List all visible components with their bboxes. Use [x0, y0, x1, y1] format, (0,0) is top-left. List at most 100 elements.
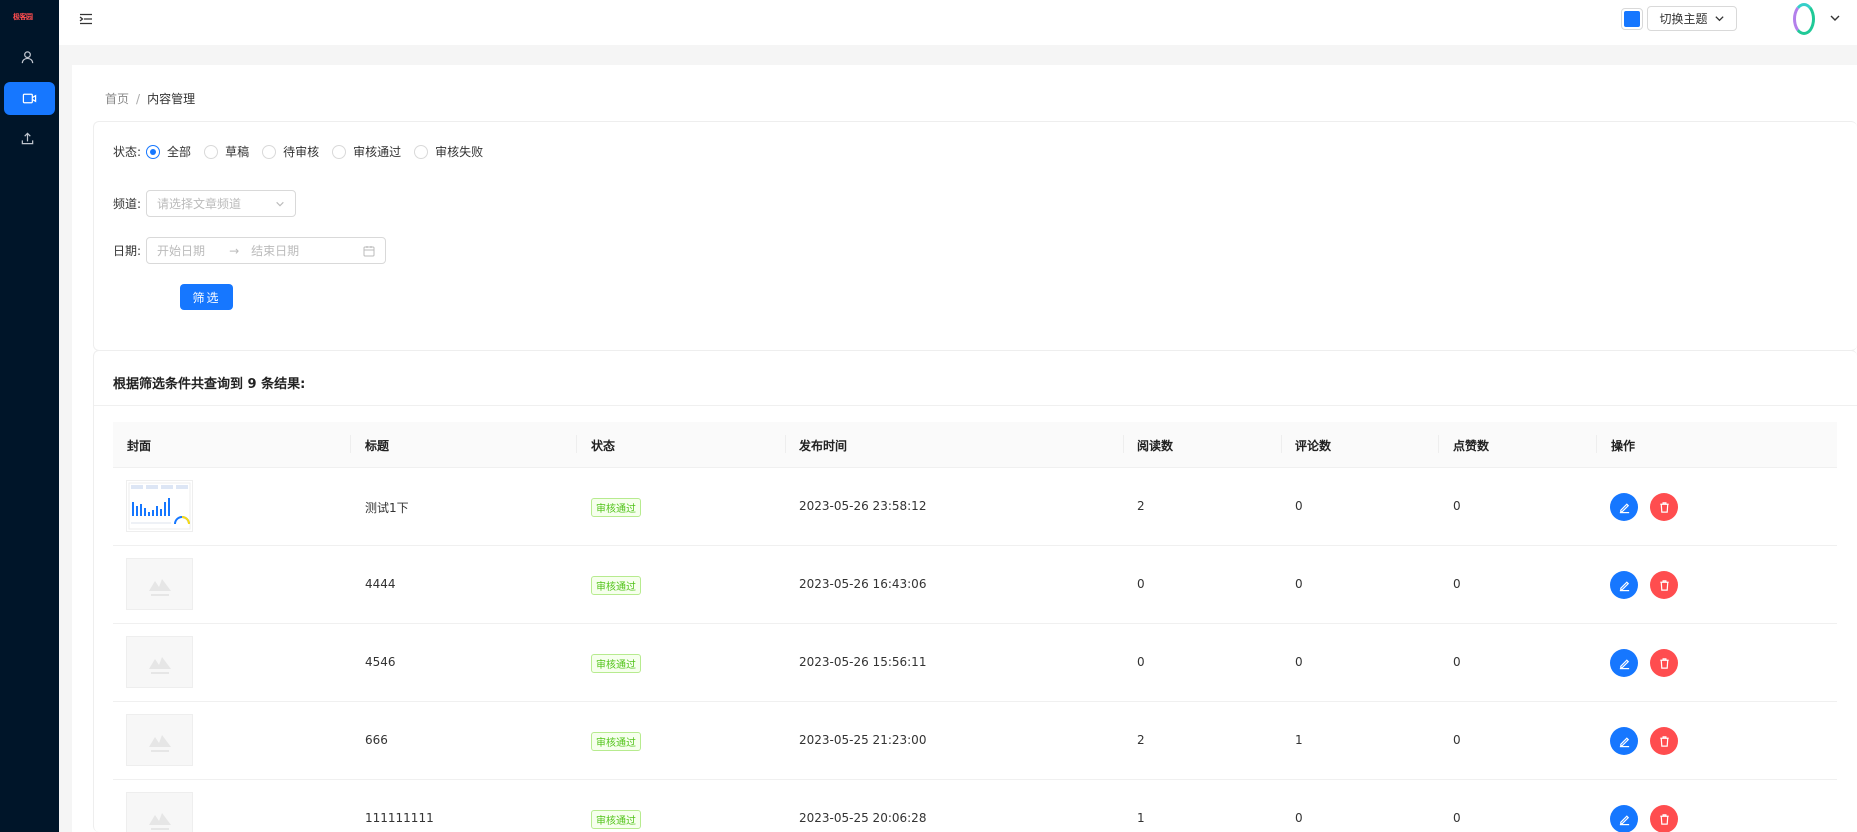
column-divider: [1123, 435, 1124, 453]
row-pubdate: 2023-05-25 21:23:00: [799, 733, 927, 747]
status-badge: 审核通过: [591, 498, 641, 517]
channel-label: 频道:: [113, 197, 142, 211]
date-row: 日期: 开始日期 → 结束日期: [113, 237, 387, 264]
column-header-read: 阅读数: [1137, 439, 1174, 453]
row-read-count: 1: [1137, 811, 1145, 825]
upload-icon: [21, 132, 34, 145]
radio-label: 审核通过: [353, 145, 402, 159]
delete-button[interactable]: [1650, 649, 1678, 677]
row-title[interactable]: 4444: [365, 577, 396, 591]
column-header-pubdate: 发布时间: [799, 439, 848, 453]
chevron-down-icon: [276, 201, 284, 206]
radio-label: 待审核: [283, 145, 320, 159]
table-header: 封面 标题 状态 发布时间 阅读数 评论数 点赞数 操作: [113, 422, 1837, 468]
image-placeholder-icon: [148, 735, 171, 752]
row-like-count: 0: [1453, 499, 1461, 513]
breadcrumb-separator: /: [136, 92, 141, 106]
sidebar-item-publish[interactable]: [0, 122, 55, 155]
chevron-down-icon[interactable]: [1829, 12, 1841, 24]
switch-theme-label: 切换主题: [1659, 12, 1708, 26]
divider: [94, 405, 1857, 406]
radio-dot: [414, 144, 429, 159]
delete-icon: [1659, 735, 1669, 747]
channel-select[interactable]: 请选择文章频道: [146, 190, 297, 217]
radio-label: 草稿: [225, 145, 250, 159]
status-radio-all[interactable]: 全部: [146, 143, 191, 160]
app-logo: 极客园: [13, 13, 33, 21]
video-icon: [22, 93, 37, 104]
status-radio-pending[interactable]: 待审核: [262, 143, 319, 160]
date-end-input[interactable]: 结束日期: [251, 242, 299, 259]
row-read-count: 0: [1137, 655, 1145, 669]
column-divider: [1596, 435, 1597, 453]
row-comment-count: 0: [1295, 655, 1303, 669]
cover-image: [126, 480, 193, 532]
row-title[interactable]: 测试1下: [365, 499, 409, 516]
delete-button[interactable]: [1650, 727, 1678, 755]
delete-button[interactable]: [1650, 493, 1678, 521]
sidebar-item-content[interactable]: [4, 82, 55, 115]
column-divider: [785, 435, 786, 453]
chevron-down-icon: [1714, 16, 1724, 22]
table-row: 4546 审核通过 2023-05-26 15:56:11 0 0 0: [113, 624, 1837, 702]
status-radio-draft[interactable]: 草稿: [204, 143, 249, 160]
user-icon: [21, 51, 34, 64]
table-row: 测试1下 审核通过 2023-05-26 23:58:12 2 0 0: [113, 468, 1837, 546]
cover-image: [126, 636, 193, 688]
edit-button[interactable]: [1610, 493, 1638, 521]
theme-color-picker[interactable]: [1621, 8, 1643, 30]
status-radio-approved[interactable]: 审核通过: [332, 143, 401, 160]
table-row: 111111111 审核通过 2023-05-25 20:06:28 1 0 0: [113, 780, 1837, 832]
row-comment-count: 0: [1295, 499, 1303, 513]
date-range-picker[interactable]: 开始日期 → 结束日期: [146, 237, 387, 264]
row-pubdate: 2023-05-26 15:56:11: [799, 655, 927, 669]
channel-placeholder: 请选择文章频道: [157, 197, 242, 211]
status-label: 状态:: [113, 145, 142, 159]
sidebar: 极客园: [0, 0, 59, 832]
delete-button[interactable]: [1650, 571, 1678, 599]
cover-image: [126, 714, 193, 766]
menu-fold-icon[interactable]: [78, 11, 94, 27]
column-header-status: 状态: [591, 439, 616, 453]
breadcrumb-home[interactable]: 首页: [105, 92, 129, 106]
column-header-actions: 操作: [1611, 439, 1636, 453]
delete-button[interactable]: [1650, 805, 1678, 832]
edit-icon: [1619, 814, 1629, 825]
row-title[interactable]: 111111111: [365, 811, 434, 825]
status-radio-rejected[interactable]: 审核失败: [414, 143, 483, 160]
column-divider: [350, 435, 351, 453]
delete-icon: [1659, 501, 1669, 513]
avatar[interactable]: [1793, 3, 1815, 35]
table-row: 666 审核通过 2023-05-25 21:23:00 2 1 0: [113, 702, 1837, 780]
cover-image: [126, 558, 193, 610]
chart-thumbnail-icon: [128, 482, 191, 530]
edit-button[interactable]: [1610, 571, 1638, 599]
arrow-right-icon: →: [229, 243, 240, 258]
row-comment-count: 0: [1295, 811, 1303, 825]
column-header-cover: 封面: [127, 439, 152, 453]
breadcrumb-current: 内容管理: [147, 92, 196, 106]
radio-label: 审核失败: [435, 145, 484, 159]
row-read-count: 2: [1137, 499, 1145, 513]
edit-button[interactable]: [1610, 649, 1638, 677]
switch-theme-button[interactable]: 切换主题: [1647, 6, 1737, 31]
row-like-count: 0: [1453, 733, 1461, 747]
row-title[interactable]: 666: [365, 733, 388, 747]
sidebar-item-user[interactable]: [0, 41, 55, 74]
delete-icon: [1659, 813, 1669, 825]
row-title[interactable]: 4546: [365, 655, 396, 669]
cover-image: [126, 792, 193, 832]
column-divider: [576, 435, 577, 453]
edit-button[interactable]: [1610, 805, 1638, 832]
table-row: 4444 审核通过 2023-05-26 16:43:06 0 0 0: [113, 546, 1837, 624]
date-start-input[interactable]: 开始日期: [157, 242, 205, 259]
edit-button[interactable]: [1610, 727, 1638, 755]
column-header-like: 点赞数: [1453, 439, 1490, 453]
delete-icon: [1659, 579, 1669, 591]
status-row: 状态: 全部 草稿 待审核 审核通过 审核失败: [113, 143, 496, 160]
status-badge: 审核通过: [591, 732, 641, 751]
filter-card: 状态: 全部 草稿 待审核 审核通过 审核失败 频道: 请选择文章频道 日期: …: [93, 121, 1857, 351]
theme-color-swatch: [1624, 11, 1640, 27]
filter-button[interactable]: 筛选: [180, 284, 233, 310]
edit-icon: [1619, 580, 1629, 591]
